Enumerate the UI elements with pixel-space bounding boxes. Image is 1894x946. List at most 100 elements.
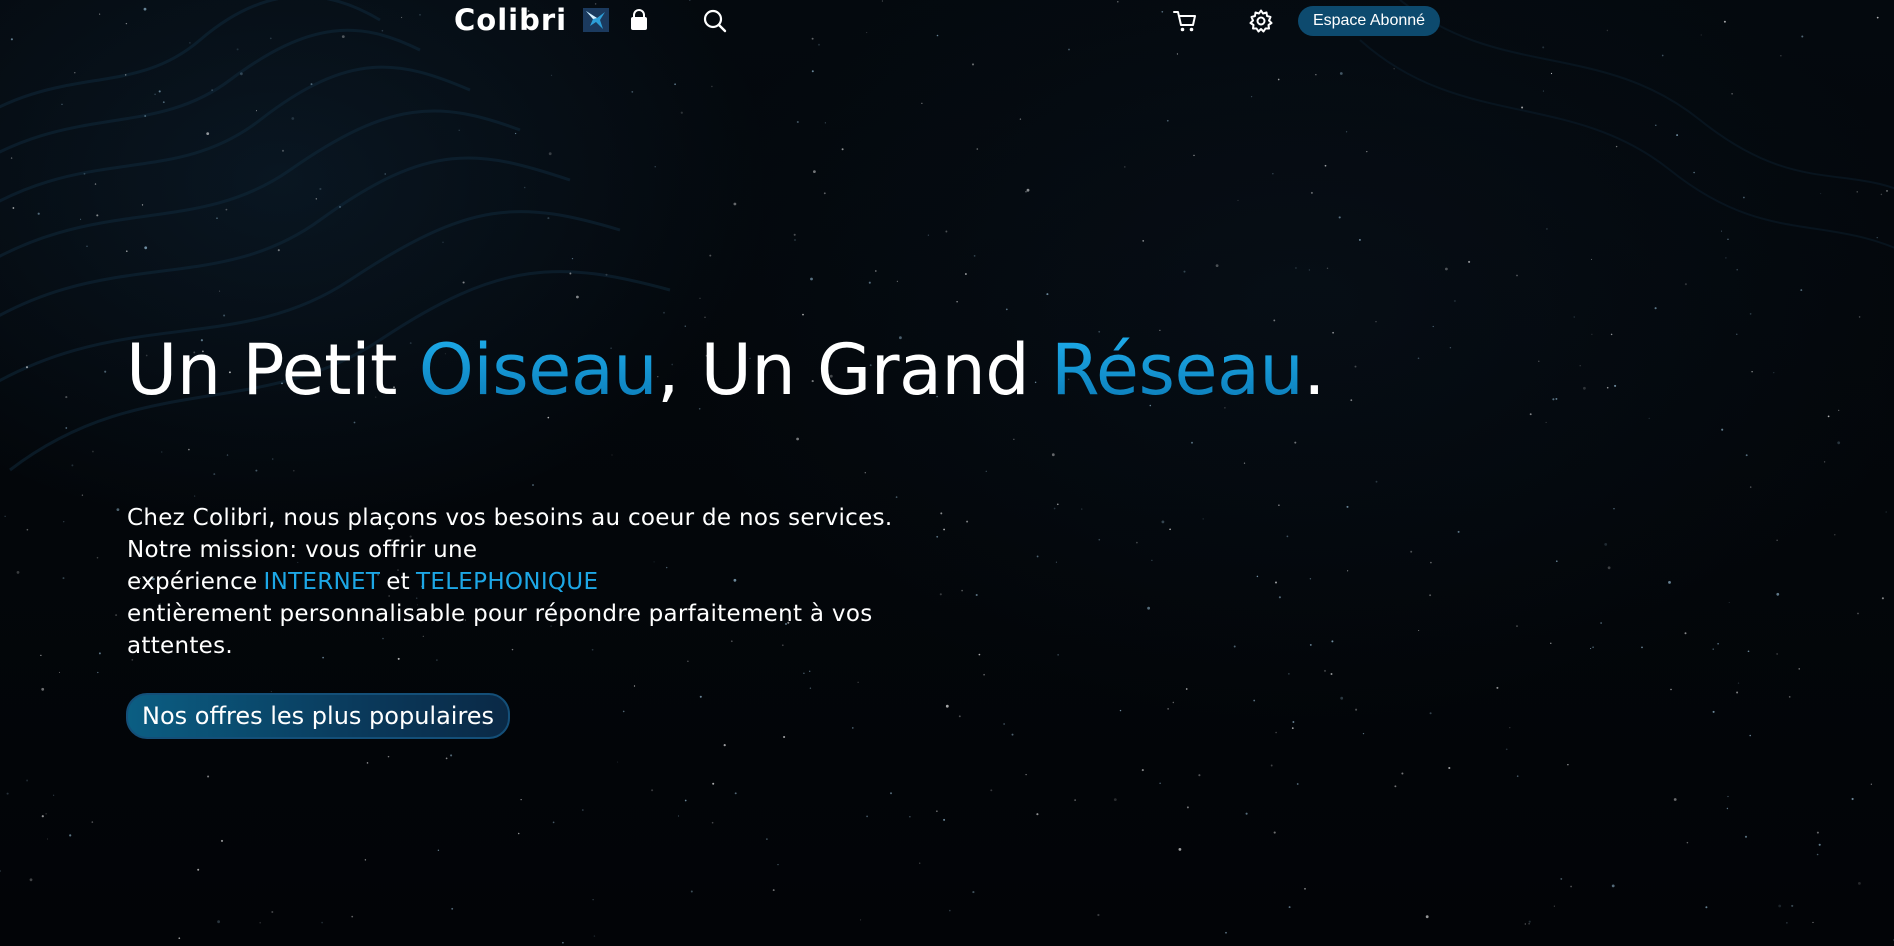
- star: [1743, 196, 1745, 199]
- star: [271, 458, 274, 460]
- star: [1705, 906, 1708, 909]
- star: [1315, 74, 1317, 76]
- espace-abonne-button[interactable]: Espace Abonné: [1298, 6, 1440, 36]
- star: [94, 183, 97, 185]
- star: [351, 915, 354, 918]
- star: [1036, 813, 1039, 816]
- star: [1362, 732, 1365, 735]
- star: [1818, 843, 1821, 846]
- star: [1256, 575, 1259, 578]
- star: [1350, 399, 1353, 402]
- star: [1545, 227, 1548, 230]
- star: [1429, 712, 1432, 715]
- star: [818, 43, 820, 46]
- star: [240, 72, 243, 76]
- settings-icon[interactable]: [1248, 8, 1274, 34]
- star: [281, 149, 285, 152]
- star: [945, 230, 948, 233]
- star: [796, 437, 799, 441]
- star: [255, 469, 258, 472]
- star: [41, 815, 44, 818]
- star: [1119, 709, 1122, 712]
- star: [569, 272, 572, 275]
- star: [949, 909, 951, 912]
- star: [1655, 124, 1657, 127]
- star: [26, 779, 29, 782]
- star: [1026, 188, 1030, 192]
- star: [943, 818, 946, 821]
- star: [1097, 913, 1100, 917]
- star: [654, 166, 656, 168]
- popular-offers-button[interactable]: Nos offres les plus populaires: [126, 693, 511, 739]
- star: [711, 85, 713, 88]
- star: [1288, 673, 1290, 675]
- star: [1885, 511, 1887, 513]
- star: [1542, 46, 1545, 49]
- star: [1340, 696, 1344, 700]
- star: [63, 521, 65, 523]
- star: [104, 370, 107, 373]
- star: [1529, 413, 1532, 416]
- star: [1272, 173, 1274, 175]
- star: [71, 464, 74, 467]
- star: [1375, 321, 1377, 323]
- star: [37, 212, 40, 215]
- cart-icon[interactable]: [1172, 8, 1198, 34]
- star: [809, 687, 812, 689]
- star: [81, 494, 84, 496]
- star: [91, 450, 94, 453]
- star: [1613, 507, 1615, 510]
- bag-icon[interactable]: [626, 8, 652, 34]
- star: [1277, 78, 1280, 81]
- search-icon[interactable]: [702, 8, 728, 34]
- star: [1417, 357, 1420, 360]
- star: [824, 122, 826, 124]
- star: [65, 427, 68, 429]
- star: [12, 207, 15, 209]
- star: [813, 170, 816, 174]
- star: [98, 652, 101, 655]
- star: [809, 670, 811, 672]
- star: [684, 799, 687, 802]
- star: [520, 799, 522, 801]
- star: [97, 671, 99, 674]
- star: [1310, 191, 1313, 194]
- star: [211, 89, 213, 91]
- star: [1159, 782, 1161, 784]
- top-navigation: Colibri Espace Abonné: [0, 0, 1894, 44]
- star: [1788, 696, 1791, 698]
- brand[interactable]: Colibri: [454, 3, 610, 37]
- star: [1113, 798, 1117, 801]
- star: [1053, 507, 1056, 510]
- star: [1074, 799, 1076, 801]
- star: [1509, 727, 1511, 729]
- star: [1011, 733, 1014, 736]
- star: [277, 249, 280, 252]
- star: [1237, 199, 1239, 201]
- brand-name: Colibri: [454, 3, 568, 37]
- star: [766, 838, 768, 840]
- star: [1332, 331, 1334, 334]
- star: [617, 761, 619, 763]
- star: [10, 157, 13, 159]
- star: [975, 593, 978, 597]
- star: [1025, 191, 1027, 193]
- star: [1749, 486, 1752, 488]
- star: [723, 744, 726, 747]
- star: [1721, 428, 1724, 431]
- star: [96, 214, 99, 217]
- hero-title-accent-oiseau: Oiseau: [418, 329, 658, 411]
- star: [1055, 561, 1057, 563]
- star: [1555, 560, 1558, 563]
- star: [631, 90, 634, 93]
- star: [857, 681, 859, 683]
- star: [1309, 643, 1312, 646]
- star: [1749, 734, 1751, 737]
- star: [1516, 775, 1519, 777]
- star: [1570, 885, 1573, 888]
- star: [860, 919, 862, 921]
- star: [699, 695, 702, 698]
- star: [841, 148, 844, 151]
- star: [1728, 601, 1730, 604]
- star: [1552, 398, 1555, 401]
